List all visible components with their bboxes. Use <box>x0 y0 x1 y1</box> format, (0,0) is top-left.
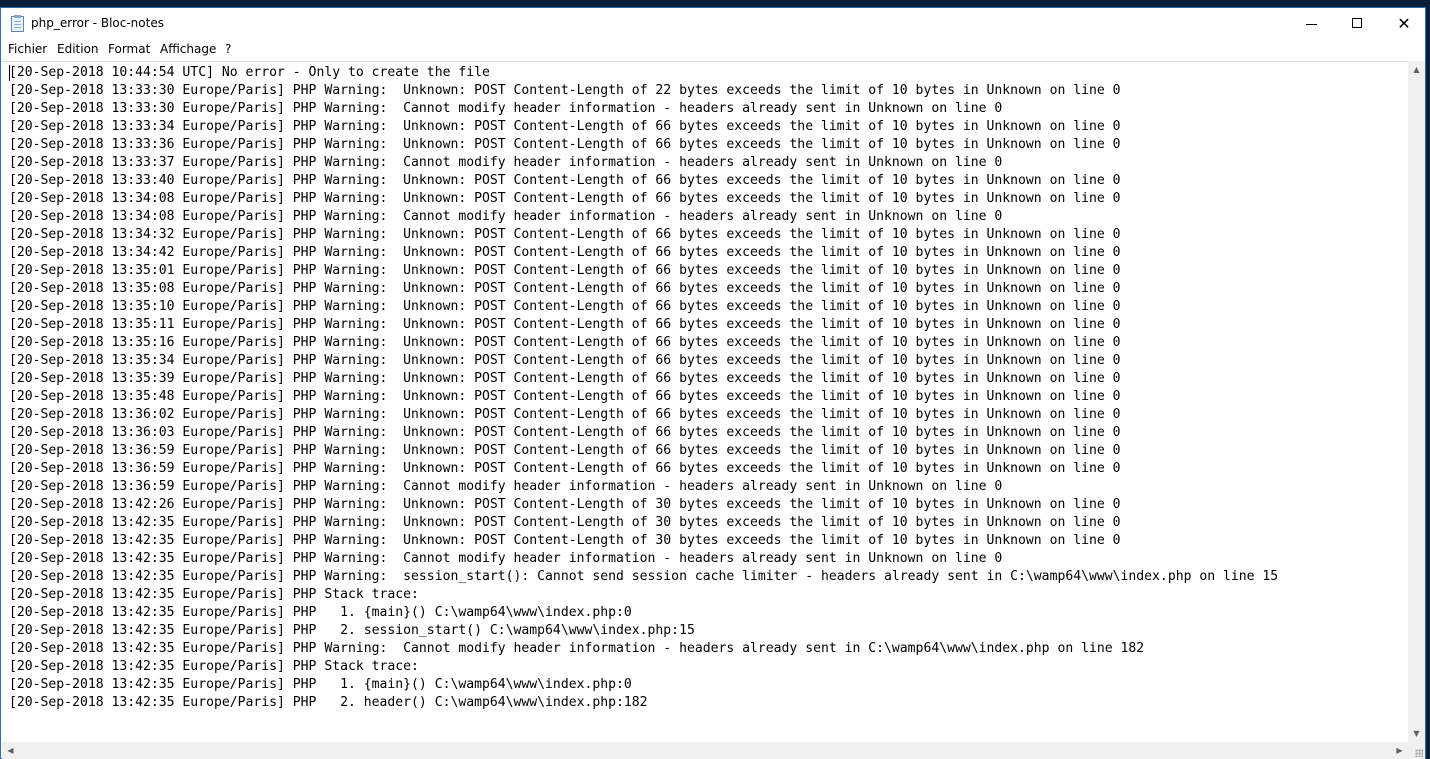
notepad-icon <box>11 15 24 32</box>
text-line[interactable]: [20-Sep-2018 13:35:08 Europe/Paris] PHP … <box>9 280 1278 298</box>
minimize-button[interactable] <box>1289 8 1335 40</box>
text-line[interactable]: [20-Sep-2018 13:33:30 Europe/Paris] PHP … <box>9 100 1278 118</box>
window-title: php_error - Bloc-notes <box>31 16 164 30</box>
text-line[interactable]: [20-Sep-2018 13:36:59 Europe/Paris] PHP … <box>9 478 1278 496</box>
scroll-up-arrow-icon[interactable]: ▲ <box>1408 61 1425 78</box>
text-line[interactable]: [20-Sep-2018 13:42:35 Europe/Paris] PHP … <box>9 604 1278 622</box>
menu-help[interactable]: ? <box>225 42 231 56</box>
text-line[interactable]: [20-Sep-2018 13:36:59 Europe/Paris] PHP … <box>9 460 1278 478</box>
scroll-down-arrow-icon[interactable]: ▼ <box>1408 725 1425 742</box>
text-line[interactable]: [20-Sep-2018 13:42:35 Europe/Paris] PHP … <box>9 568 1278 586</box>
menu-affichage[interactable]: Affichage <box>160 42 216 56</box>
text-line[interactable]: [20-Sep-2018 13:36:59 Europe/Paris] PHP … <box>9 442 1278 460</box>
text-line[interactable]: [20-Sep-2018 13:42:35 Europe/Paris] PHP … <box>9 586 1278 604</box>
editor-text[interactable]: [20-Sep-2018 10:44:54 UTC] No error - On… <box>9 64 1278 712</box>
text-line[interactable]: [20-Sep-2018 13:33:34 Europe/Paris] PHP … <box>9 118 1278 136</box>
text-line[interactable]: [20-Sep-2018 13:35:48 Europe/Paris] PHP … <box>9 388 1278 406</box>
close-button[interactable]: ✕ <box>1381 8 1427 40</box>
close-icon: ✕ <box>1397 14 1411 33</box>
menu-format[interactable]: Format <box>108 42 150 56</box>
title-bar[interactable]: php_error - Bloc-notes ✕ <box>1 8 1425 40</box>
text-line[interactable]: [20-Sep-2018 13:35:11 Europe/Paris] PHP … <box>9 316 1278 334</box>
text-line[interactable]: [20-Sep-2018 13:36:02 Europe/Paris] PHP … <box>9 406 1278 424</box>
scrollbar-corner <box>1408 742 1425 759</box>
text-line[interactable]: [20-Sep-2018 13:34:08 Europe/Paris] PHP … <box>9 208 1278 226</box>
resize-grip-icon[interactable] <box>1415 749 1423 757</box>
text-line[interactable]: [20-Sep-2018 13:42:35 Europe/Paris] PHP … <box>9 532 1278 550</box>
scroll-right-arrow-icon[interactable]: ▶ <box>1391 742 1408 759</box>
text-line[interactable]: [20-Sep-2018 10:44:54 UTC] No error - On… <box>9 64 1278 82</box>
scroll-left-arrow-icon[interactable]: ◀ <box>2 742 19 759</box>
text-line[interactable]: [20-Sep-2018 13:33:37 Europe/Paris] PHP … <box>9 154 1278 172</box>
text-line[interactable]: [20-Sep-2018 13:34:32 Europe/Paris] PHP … <box>9 226 1278 244</box>
text-line[interactable]: [20-Sep-2018 13:42:35 Europe/Paris] PHP … <box>9 694 1278 712</box>
notepad-window: php_error - Bloc-notes ✕ Fichier Edition… <box>0 7 1426 759</box>
menu-edition[interactable]: Edition <box>57 42 99 56</box>
text-line[interactable]: [20-Sep-2018 13:42:35 Europe/Paris] PHP … <box>9 676 1278 694</box>
text-line[interactable]: [20-Sep-2018 13:35:10 Europe/Paris] PHP … <box>9 298 1278 316</box>
text-line[interactable]: [20-Sep-2018 13:42:35 Europe/Paris] PHP … <box>9 640 1278 658</box>
text-line[interactable]: [20-Sep-2018 13:42:35 Europe/Paris] PHP … <box>9 658 1278 676</box>
text-line[interactable]: [20-Sep-2018 13:33:40 Europe/Paris] PHP … <box>9 172 1278 190</box>
text-line[interactable]: [20-Sep-2018 13:36:03 Europe/Paris] PHP … <box>9 424 1278 442</box>
text-line[interactable]: [20-Sep-2018 13:35:34 Europe/Paris] PHP … <box>9 352 1278 370</box>
text-line[interactable]: [20-Sep-2018 13:35:01 Europe/Paris] PHP … <box>9 262 1278 280</box>
text-caret <box>9 65 10 81</box>
text-line[interactable]: [20-Sep-2018 13:34:08 Europe/Paris] PHP … <box>9 190 1278 208</box>
text-line[interactable]: [20-Sep-2018 13:33:36 Europe/Paris] PHP … <box>9 136 1278 154</box>
text-line[interactable]: [20-Sep-2018 13:42:35 Europe/Paris] PHP … <box>9 622 1278 640</box>
maximize-icon <box>1352 18 1362 28</box>
text-line[interactable]: [20-Sep-2018 13:35:16 Europe/Paris] PHP … <box>9 334 1278 352</box>
text-line[interactable]: [20-Sep-2018 13:42:35 Europe/Paris] PHP … <box>9 550 1278 568</box>
text-line[interactable]: [20-Sep-2018 13:42:35 Europe/Paris] PHP … <box>9 514 1278 532</box>
text-editor-area[interactable]: [20-Sep-2018 10:44:54 UTC] No error - On… <box>2 61 1408 743</box>
text-line[interactable]: [20-Sep-2018 13:42:26 Europe/Paris] PHP … <box>9 496 1278 514</box>
vertical-scrollbar[interactable]: ▲ ▼ <box>1408 61 1425 742</box>
menu-bar: Fichier Edition Format Affichage ? <box>1 40 1425 60</box>
horizontal-scrollbar[interactable]: ◀ ▶ <box>2 742 1408 759</box>
minimize-icon <box>1306 24 1317 25</box>
text-line[interactable]: [20-Sep-2018 13:35:39 Europe/Paris] PHP … <box>9 370 1278 388</box>
maximize-button[interactable] <box>1335 8 1381 40</box>
menu-fichier[interactable]: Fichier <box>8 42 47 56</box>
text-line[interactable]: [20-Sep-2018 13:33:30 Europe/Paris] PHP … <box>9 82 1278 100</box>
text-line[interactable]: [20-Sep-2018 13:34:42 Europe/Paris] PHP … <box>9 244 1278 262</box>
